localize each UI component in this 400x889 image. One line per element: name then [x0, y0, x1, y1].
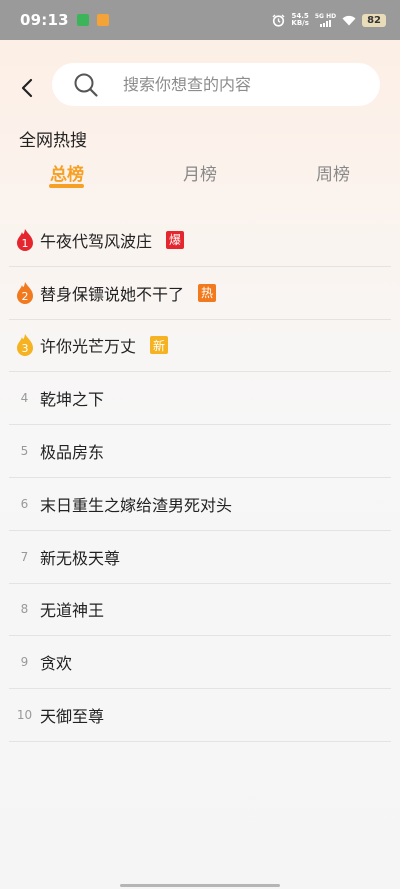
list-item[interactable]: 8 无道神王 [9, 584, 391, 637]
status-badge: 新 [150, 336, 169, 355]
list-item[interactable]: 1 午夜代驾风波庄 爆 [9, 214, 391, 267]
rank-number: 4 [20, 391, 29, 406]
status-bar: 09:13 54.5 KB/s 5G HD 82 [0, 0, 400, 40]
search-icon [73, 72, 99, 98]
notification-app-icon [96, 14, 109, 26]
ranking-list: 1 午夜代驾风波庄 爆 2 替身保镖说她不干了 热 3 许你光芒万丈 新 4 乾… [9, 214, 391, 742]
status-badge: 爆 [166, 230, 185, 249]
list-item[interactable]: 10 天御至尊 [9, 689, 391, 742]
svg-text:2: 2 [21, 290, 28, 303]
item-title: 乾坤之下 [40, 390, 105, 410]
item-title: 新无极天尊 [40, 548, 121, 568]
chevron-left-icon [21, 78, 33, 98]
section-title: 全网热搜 [19, 131, 87, 151]
tab-monthly[interactable]: 月榜 [183, 160, 217, 185]
rank-flame-icon: 1 [9, 228, 40, 252]
home-indicator[interactable] [120, 884, 280, 887]
list-item[interactable]: 3 许你光芒万丈 新 [9, 320, 391, 373]
item-title: 极品房东 [40, 443, 105, 463]
tab-weekly[interactable]: 周榜 [316, 160, 350, 185]
wifi-icon [342, 11, 356, 30]
list-item[interactable]: 7 新无极天尊 [9, 531, 391, 584]
item-title: 替身保镖说她不干了 [40, 284, 185, 304]
status-badge: 热 [198, 283, 217, 302]
item-title: 末日重生之嫁给渣男死对头 [40, 495, 233, 515]
signal-icon: 5G HD [315, 13, 336, 27]
rank-flame-icon: 2 [9, 281, 40, 305]
item-title: 天御至尊 [40, 707, 105, 727]
list-item[interactable]: 9 贪欢 [9, 636, 391, 690]
item-title: 无道神王 [40, 601, 105, 621]
item-title: 贪欢 [40, 654, 73, 674]
rank-number: 7 [20, 549, 29, 564]
list-item[interactable]: 2 替身保镖说她不干了 热 [9, 267, 391, 320]
rank-number: 10 [16, 708, 33, 723]
search-bar[interactable] [52, 63, 380, 106]
item-title: 许你光芒万丈 [40, 337, 137, 357]
search-input[interactable] [123, 75, 343, 94]
notification-app-icon [76, 14, 89, 26]
network-speed: 54.5 KB/s [291, 12, 309, 27]
rank-number: 9 [20, 655, 29, 670]
alarm-icon [272, 14, 285, 27]
tab-overall[interactable]: 总榜 [50, 160, 84, 185]
svg-text:1: 1 [21, 237, 28, 250]
back-button[interactable] [14, 75, 40, 101]
rank-number: 6 [20, 496, 29, 511]
list-item[interactable]: 6 末日重生之嫁给渣男死对头 [9, 478, 391, 531]
item-title: 午夜代驾风波庄 [40, 231, 153, 251]
rank-number: 8 [20, 602, 29, 617]
rank-number: 5 [20, 444, 29, 459]
list-item[interactable]: 5 极品房东 [9, 425, 391, 478]
list-item[interactable]: 4 乾坤之下 [9, 372, 391, 426]
status-time: 09:13 [20, 11, 69, 29]
rank-flame-icon: 3 [9, 333, 40, 357]
battery-indicator: 82 [362, 13, 386, 27]
active-tab-indicator [49, 184, 84, 188]
svg-text:3: 3 [21, 342, 28, 355]
